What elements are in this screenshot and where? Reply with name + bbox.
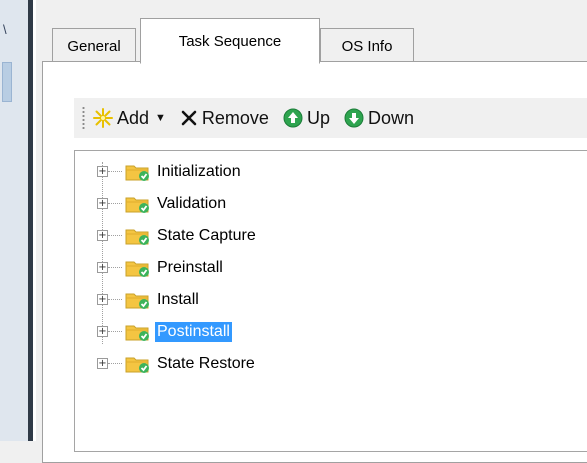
- tree-item[interactable]: + Preinstall: [75, 255, 575, 281]
- tree-connector-branch: [108, 171, 122, 172]
- tab-general-label: General: [67, 37, 121, 55]
- tree-item-label: Preinstall: [157, 259, 223, 276]
- tree-item[interactable]: + Install: [75, 287, 575, 313]
- tree-connector-branch: [108, 203, 122, 204]
- up-label: Up: [306, 107, 330, 128]
- tree-connector-branch: [108, 267, 122, 268]
- down-label: Down: [367, 107, 414, 128]
- tree-item[interactable]: + State Restore: [75, 351, 575, 377]
- folder-check-icon: [125, 357, 149, 373]
- tree-connector: [102, 162, 103, 344]
- sparkle-add-icon: [93, 108, 113, 128]
- tree-item-label: Postinstall: [155, 322, 232, 342]
- expand-icon[interactable]: +: [97, 262, 108, 273]
- folder-check-icon: [125, 293, 149, 309]
- add-dropdown-icon[interactable]: ▼: [155, 112, 166, 124]
- remove-button[interactable]: Remove: [180, 108, 269, 129]
- tree-connector-branch: [108, 299, 122, 300]
- tree-item[interactable]: + State Capture: [75, 223, 575, 249]
- up-button[interactable]: Up: [283, 108, 330, 129]
- expand-icon[interactable]: +: [97, 326, 108, 337]
- tree-item-label: State Capture: [157, 227, 256, 244]
- tree-item-label: State Restore: [157, 355, 255, 372]
- folder-check-icon: [125, 325, 149, 341]
- tree-connector-branch: [108, 331, 122, 332]
- expand-icon[interactable]: +: [97, 358, 108, 369]
- expand-icon[interactable]: +: [97, 198, 108, 209]
- expand-icon[interactable]: +: [97, 230, 108, 241]
- tab-os-info-label: OS Info: [341, 37, 393, 55]
- toolbar: Add ▼ Remove Up Down: [74, 98, 587, 138]
- task-sequence-tree[interactable]: + Initialization + Validation + State Capture…: [74, 150, 587, 452]
- tree-item-label: Initialization: [157, 163, 241, 180]
- tree-item-label: Install: [157, 291, 199, 308]
- side-panel-edge: \: [0, 0, 28, 441]
- toolbar-grip[interactable]: [82, 106, 85, 130]
- tab-task-sequence-label: Task Sequence: [178, 32, 282, 50]
- green-down-arrow-icon: [344, 108, 364, 128]
- folder-check-icon: [125, 197, 149, 213]
- tree-item[interactable]: + Initialization: [75, 159, 575, 185]
- tree-connector-branch: [108, 235, 122, 236]
- folder-check-icon: [125, 261, 149, 277]
- x-remove-icon: [181, 110, 197, 126]
- tab-task-sequence[interactable]: Task Sequence: [140, 18, 320, 64]
- green-up-arrow-icon: [283, 108, 303, 128]
- tab-general[interactable]: General: [52, 28, 136, 63]
- splitter-highlight: [33, 0, 36, 441]
- folder-check-icon: [125, 165, 149, 181]
- add-button[interactable]: Add ▼: [93, 108, 166, 129]
- folder-check-icon: [125, 229, 149, 245]
- tree-item[interactable]: + Validation: [75, 191, 575, 217]
- side-scroll-thumb[interactable]: [2, 62, 12, 102]
- remove-label: Remove: [201, 107, 269, 128]
- tree-item-label: Validation: [157, 195, 227, 212]
- expand-icon[interactable]: +: [97, 166, 108, 177]
- expand-icon[interactable]: +: [97, 294, 108, 305]
- down-button[interactable]: Down: [344, 108, 414, 129]
- tree-item[interactable]: + Postinstall: [75, 319, 575, 345]
- tree-connector-branch: [108, 363, 122, 364]
- add-label: Add: [117, 107, 150, 128]
- tab-os-info[interactable]: OS Info: [320, 28, 414, 63]
- side-chevron-icon: \: [3, 22, 7, 37]
